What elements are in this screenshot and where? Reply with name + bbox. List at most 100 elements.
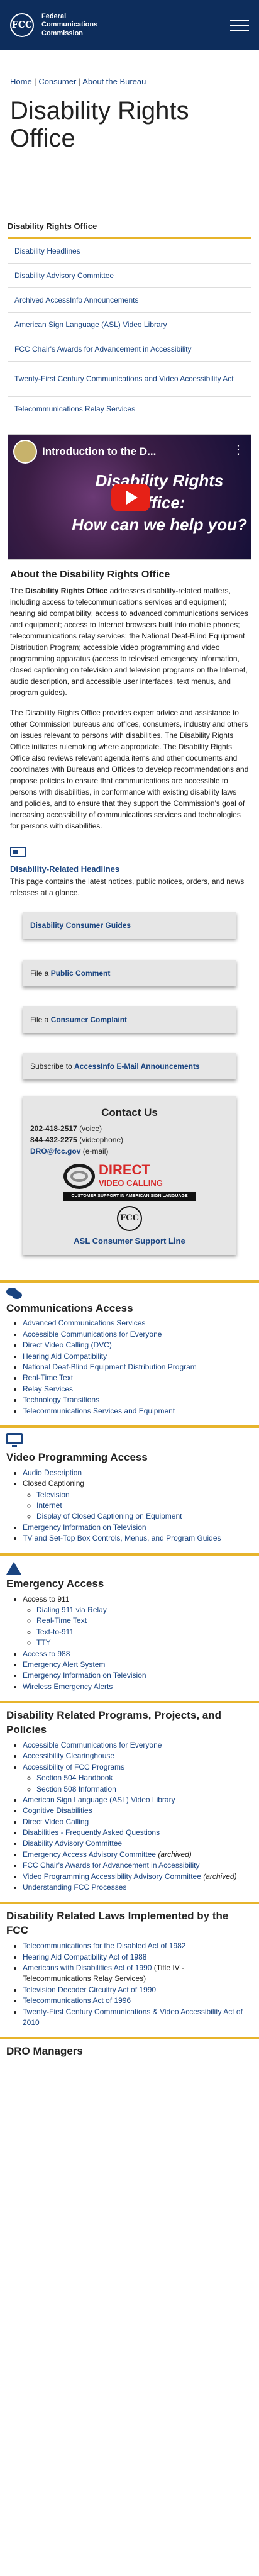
- link-ada[interactable]: Americans with Disabilities Act of 1990: [23, 1963, 152, 1972]
- link-telecom-act-1996[interactable]: Telecommunications Act of 1996: [23, 1996, 131, 2005]
- public-comment-card[interactable]: File a Public Comment: [23, 959, 236, 986]
- link-telecom-disabled-act[interactable]: Telecommunications for the Disabled Act …: [23, 1941, 185, 1950]
- consumer-guides-link[interactable]: Disability Consumer Guides: [30, 921, 131, 930]
- direct-video-calling-logo[interactable]: DIRECT VIDEO CALLING CUSTOMER SUPPORT IN…: [63, 1163, 196, 1201]
- side-nav-item-cvaa[interactable]: Twenty-First Century Communications and …: [8, 362, 251, 397]
- link-video-programming-committee[interactable]: Video Programming Accessibility Advisory…: [23, 1872, 201, 1881]
- television-icon: [6, 1432, 23, 1447]
- link-asl-video-library[interactable]: American Sign Language (ASL) Video Libra…: [23, 1795, 175, 1804]
- link-tv-controls[interactable]: TV and Set-Top Box Controls, Menus, and …: [23, 1534, 221, 1542]
- link-section-508[interactable]: Section 508 Information: [36, 1785, 116, 1793]
- side-nav-item-chair-awards[interactable]: FCC Chair's Awards for Advancement in Ac…: [8, 337, 251, 362]
- managers-section: DRO Managers: [6, 2044, 253, 2059]
- breadcrumb-consumer[interactable]: Consumer: [38, 77, 76, 86]
- more-options-icon[interactable]: ⋮: [232, 443, 245, 456]
- video-overlay-text: Disability Rights Office: How can we hel…: [68, 470, 251, 536]
- link-captioning-internet[interactable]: Internet: [36, 1501, 62, 1510]
- link-hac-act[interactable]: Hearing Aid Compatibility Act of 1988: [23, 1953, 146, 1961]
- link-accessible-comms-everyone[interactable]: Accessible Communications for Everyone: [23, 1741, 162, 1749]
- side-nav-heading: Disability Rights Office: [8, 220, 251, 239]
- side-nav-item-relay-services[interactable]: Telecommunications Relay Services: [8, 397, 251, 421]
- consumer-complaint-link[interactable]: Consumer Complaint: [51, 1015, 127, 1024]
- consumer-complaint-card[interactable]: File a Consumer Complaint: [23, 1006, 236, 1033]
- link-accessibility-fcc-programs[interactable]: Accessibility of FCC Programs: [23, 1763, 124, 1771]
- divider: [0, 1280, 259, 1283]
- video-programming-title: Video Programming Access: [6, 1451, 148, 1463]
- hamburger-menu-icon[interactable]: [230, 19, 249, 31]
- about-p1-rest: addresses disability-related matters, in…: [10, 586, 248, 697]
- link-understanding-fcc[interactable]: Understanding FCC Processes: [23, 1883, 126, 1892]
- link-disabilities-faq[interactable]: Disabilities - Frequently Asked Question…: [23, 1828, 160, 1837]
- link-relay-services[interactable]: Relay Services: [23, 1385, 73, 1393]
- access-911-label: Access to 911: [23, 1594, 70, 1603]
- link-real-time-text[interactable]: Real-Time Text: [23, 1373, 73, 1382]
- link-direct-video-calling-2[interactable]: Direct Video Calling: [23, 1817, 89, 1826]
- link-disability-advisory-committee[interactable]: Disability Advisory Committee: [23, 1839, 122, 1848]
- voice-number[interactable]: 202-418-2517: [30, 1124, 77, 1133]
- breadcrumb-about[interactable]: About the Bureau: [82, 77, 146, 86]
- link-accessibility-clearinghouse[interactable]: Accessibility Clearinghouse: [23, 1751, 114, 1760]
- fcc-logo[interactable]: FCC: [10, 13, 34, 37]
- chat-bubbles-icon: [6, 1287, 23, 1299]
- agency-name[interactable]: Federal Communications Commission: [41, 13, 223, 38]
- managers-title: DRO Managers: [6, 2045, 83, 2058]
- link-hearing-aid[interactable]: Hearing Aid Compatibility: [23, 1352, 107, 1361]
- link-chair-awards[interactable]: FCC Chair's Awards for Advancement in Ac…: [23, 1861, 200, 1870]
- fcc-seal-text: FCC: [120, 1213, 139, 1224]
- subscribe-link[interactable]: AccessInfo E-Mail Announcements: [74, 1062, 200, 1071]
- link-decoder-act[interactable]: Television Decoder Circuitry Act of 1990: [23, 1985, 156, 1994]
- link-accessible-communications[interactable]: Accessible Communications for Everyone: [23, 1330, 162, 1339]
- video-programming-list: Audio Description Closed Captioning Tele…: [23, 1468, 253, 1544]
- link-captioning-television[interactable]: Television: [36, 1490, 70, 1499]
- public-comment-link[interactable]: Public Comment: [51, 969, 111, 978]
- link-text-to-911[interactable]: Text-to-911: [36, 1627, 74, 1636]
- archived-label: (archived): [156, 1849, 192, 1859]
- side-nav-item-archived-accessinfo[interactable]: Archived AccessInfo Announcements: [8, 288, 251, 313]
- subscribe-card[interactable]: Subscribe to AccessInfo E-Mail Announcem…: [23, 1052, 236, 1079]
- fcc-seal-icon: [13, 440, 37, 464]
- breadcrumb-home[interactable]: Home: [10, 77, 32, 86]
- link-emergency-info-tv[interactable]: Emergency Information on Television: [23, 1523, 146, 1532]
- link-section-504[interactable]: Section 504 Handbook: [36, 1773, 113, 1782]
- contact-us-title: Contact Us: [101, 1106, 158, 1118]
- asl-support-link[interactable]: ASL Consumer Support Line: [30, 1235, 229, 1247]
- link-tty[interactable]: TTY: [36, 1638, 51, 1647]
- subscribe-prefix: Subscribe to: [30, 1061, 75, 1071]
- link-911-real-time-text[interactable]: Real-Time Text: [36, 1616, 87, 1625]
- programs-section: Disability Related Programs, Projects, a…: [6, 1709, 253, 1893]
- link-captioning-equipment[interactable]: Display of Closed Captioning on Equipmen…: [36, 1512, 182, 1520]
- link-deaf-blind-program[interactable]: National Deaf-Blind Equipment Distributi…: [23, 1363, 197, 1371]
- videophone-number[interactable]: 844-432-2275: [30, 1135, 77, 1144]
- dvc-word-direct: DIRECT: [99, 1162, 150, 1178]
- link-audio-description[interactable]: Audio Description: [23, 1468, 82, 1477]
- link-cognitive-disabilities[interactable]: Cognitive Disabilities: [23, 1806, 92, 1815]
- link-emergency-access-advisory[interactable]: Emergency Access Advisory Committee: [23, 1850, 156, 1859]
- email-link[interactable]: DRO@fcc.gov: [30, 1147, 80, 1156]
- agency-name-line3: Commission: [41, 29, 84, 37]
- play-button-icon[interactable]: [111, 484, 150, 511]
- link-advanced-communications[interactable]: Advanced Communications Services: [23, 1319, 145, 1327]
- link-technology-transitions[interactable]: Technology Transitions: [23, 1395, 99, 1404]
- link-emergency-alert-system[interactable]: Emergency Alert System: [23, 1660, 105, 1669]
- about-paragraph-2: The Disability Rights Office provides ex…: [10, 708, 249, 830]
- side-nav: Disability Headlines Disability Advisory…: [8, 239, 251, 421]
- side-nav-item-headlines[interactable]: Disability Headlines: [8, 239, 251, 264]
- video-overlay-line2: How can we help you?: [72, 515, 247, 535]
- about-title: About the Disability Rights Office: [10, 569, 170, 580]
- link-telecom-services[interactable]: Telecommunications Services and Equipmen…: [23, 1407, 175, 1415]
- video-player[interactable]: Introduction to the D... ⋮ Disability Ri…: [8, 434, 251, 560]
- link-direct-video-calling[interactable]: Direct Video Calling (DVC): [23, 1341, 112, 1349]
- link-access-988[interactable]: Access to 988: [23, 1649, 70, 1658]
- headlines-link[interactable]: Disability-Related Headlines: [10, 863, 249, 876]
- link-cvaa[interactable]: Twenty-First Century Communications & Vi…: [23, 2007, 243, 2027]
- side-nav-item-asl-library[interactable]: American Sign Language (ASL) Video Libra…: [8, 313, 251, 337]
- emergency-access-title: Emergency Access: [6, 1577, 104, 1590]
- video-title[interactable]: Introduction to the D...: [42, 443, 156, 460]
- link-dialing-911-relay[interactable]: Dialing 911 via Relay: [36, 1605, 107, 1614]
- site-header: FCC Federal Communications Commission: [0, 0, 259, 50]
- link-wireless-emergency-alerts[interactable]: Wireless Emergency Alerts: [23, 1682, 113, 1691]
- consumer-guides-card[interactable]: Disability Consumer Guides: [23, 912, 236, 939]
- communications-access-section: Communications Access Advanced Communica…: [6, 1287, 253, 1417]
- link-emergency-info-television[interactable]: Emergency Information on Television: [23, 1671, 146, 1680]
- side-nav-item-advisory-committee[interactable]: Disability Advisory Committee: [8, 264, 251, 288]
